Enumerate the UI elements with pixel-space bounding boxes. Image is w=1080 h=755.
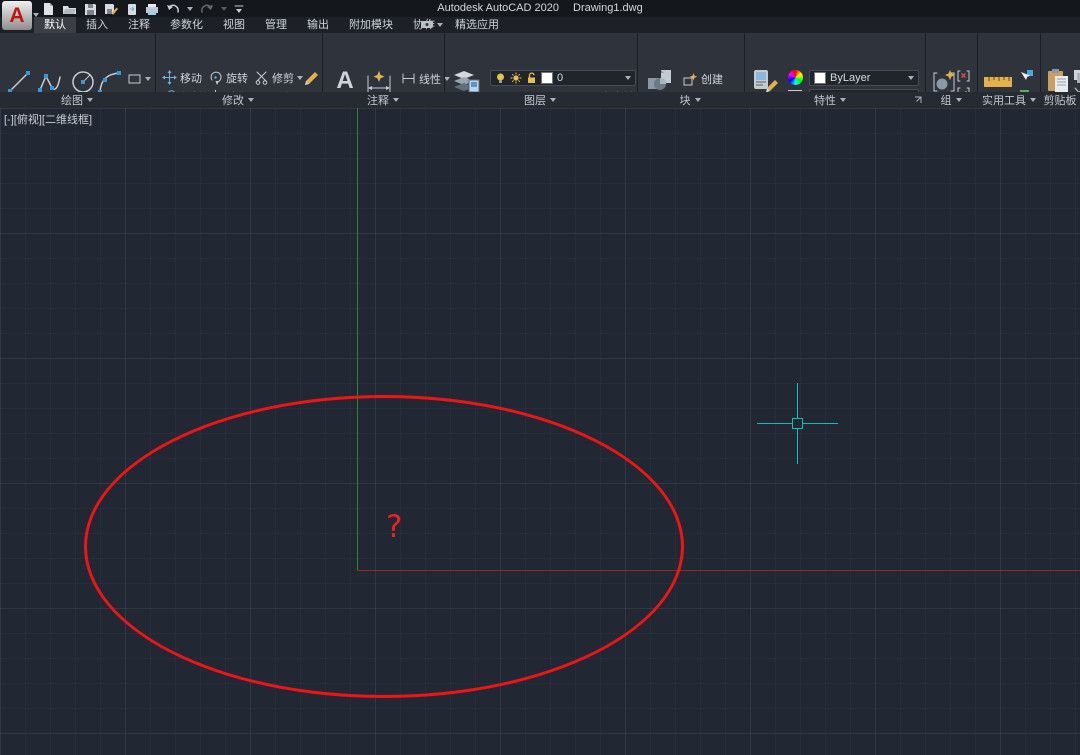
tab-parametric[interactable]: 参数化	[160, 17, 213, 33]
move-icon	[162, 70, 177, 85]
tab-featured-apps[interactable]: 精选应用	[445, 17, 509, 33]
annotation-panel-arrow	[393, 98, 399, 102]
object-color-dropdown[interactable]: ByLayer	[809, 70, 919, 86]
rectangle-dropdown-arrow	[145, 77, 151, 81]
autocad-window: Autodesk AutoCAD 2020 Drawing1.dwg A 默认 插…	[0, 0, 1080, 755]
app-title: Autodesk AutoCAD 2020	[437, 2, 559, 14]
tab-insert[interactable]: 插入	[76, 17, 118, 33]
group-panel-arrow	[956, 98, 962, 102]
copy-clip-button[interactable]	[1073, 69, 1080, 83]
object-color-arrow	[908, 76, 914, 80]
properties-panel-arrow	[840, 98, 846, 102]
save-button[interactable]	[84, 3, 97, 16]
text-icon: A	[336, 68, 353, 94]
layer-unlock-icon	[526, 72, 537, 84]
object-color-value: ByLayer	[830, 72, 870, 84]
modify-panel-arrow	[248, 98, 254, 102]
panel-label-strip: 绘图 修改 注释 图层 块 特性 组 实用工具 剪贴板	[0, 92, 1080, 109]
rectangle-icon	[127, 72, 142, 86]
create-block-icon	[682, 72, 698, 86]
trim-button[interactable]: 修剪	[254, 68, 306, 87]
group-panel-title[interactable]: 组	[921, 92, 981, 108]
layer-dropdown[interactable]: 0	[490, 70, 636, 86]
rotate-button[interactable]: 旋转	[208, 68, 254, 87]
plot-button[interactable]	[145, 3, 159, 16]
quick-select-button[interactable]	[1019, 69, 1034, 83]
linear-dimension-button[interactable]: 线性	[401, 69, 450, 88]
ungroup-icon	[956, 69, 971, 83]
trim-label: 修剪	[272, 70, 294, 86]
linear-dimension-icon	[401, 72, 416, 85]
block-panel-title[interactable]: 块	[650, 92, 730, 108]
rotate-label: 旋转	[226, 70, 248, 86]
draw-panel-title[interactable]: 绘图	[37, 92, 117, 108]
ribbon: 直线 多段线 圆 圆弧 移动 旋转 修剪 复制 镜像 圆角	[0, 33, 1080, 92]
linear-label: 线性	[419, 71, 441, 87]
layer-on-icon	[495, 72, 506, 84]
erase-icon	[303, 71, 319, 86]
autocad-logo-icon: A	[9, 5, 24, 26]
tab-manage[interactable]: 管理	[255, 17, 297, 33]
drawing-canvas[interactable]: [-][俯视][二维线框] ? 大水牛测绘	[0, 108, 1080, 755]
question-mark-annotation: ?	[386, 509, 402, 545]
move-label: 移动	[180, 70, 202, 86]
application-menu-button[interactable]: A	[2, 1, 32, 30]
tab-addins[interactable]: 附加模块	[339, 17, 403, 33]
redo-dropdown-arrow[interactable]	[221, 7, 227, 11]
undo-button[interactable]	[166, 3, 180, 15]
redo-button[interactable]	[200, 3, 214, 15]
quick-access-toolbar	[42, 2, 244, 16]
utilities-panel-arrow	[1030, 98, 1036, 102]
erase-button[interactable]	[303, 69, 319, 88]
ribbon-tab-bar: 默认 插入 注释 参数化 视图 管理 输出 附加模块 协作 精选应用	[0, 17, 1080, 33]
viewport-controls-label[interactable]: [-][俯视][二维线框]	[4, 111, 92, 127]
title-bar: Autodesk AutoCAD 2020 Drawing1.dwg	[0, 0, 1080, 17]
tab-view[interactable]: 视图	[213, 17, 255, 33]
utilities-panel-title[interactable]: 实用工具	[975, 92, 1043, 108]
drawn-ellipse-entity[interactable]	[84, 395, 684, 698]
layer-dropdown-arrow[interactable]	[625, 76, 631, 80]
ribbon-display-toggle[interactable]	[420, 20, 443, 29]
crosshair-pickbox	[792, 418, 803, 429]
block-panel-arrow	[695, 98, 701, 102]
clipboard-panel-title[interactable]: 剪贴板	[1040, 92, 1080, 108]
quick-select-icon	[1019, 69, 1034, 83]
layers-panel-arrow	[550, 98, 556, 102]
properties-panel-title[interactable]: 特性	[790, 92, 870, 108]
rotate-icon	[208, 70, 223, 85]
create-block-label: 创建	[701, 71, 723, 87]
trim-icon	[254, 70, 269, 85]
tab-output[interactable]: 输出	[297, 17, 339, 33]
undo-dropdown-arrow[interactable]	[187, 7, 193, 11]
new-file-button[interactable]	[42, 2, 55, 16]
ribbon-display-arrow-icon	[437, 23, 443, 27]
copy-clip-icon	[1073, 69, 1080, 83]
modify-panel-title[interactable]: 修改	[198, 92, 278, 108]
move-button[interactable]: 移动	[162, 68, 208, 87]
color-wheel-icon[interactable]	[788, 70, 803, 85]
draw-panel-arrow	[87, 98, 93, 102]
tab-annotate[interactable]: 注释	[118, 17, 160, 33]
layer-thaw-icon	[510, 72, 522, 84]
save-as-button[interactable]	[104, 3, 119, 16]
annotation-panel-title[interactable]: 注释	[343, 92, 423, 108]
rectangle-button[interactable]	[127, 69, 151, 88]
document-title: Drawing1.dwg	[573, 2, 643, 14]
layers-panel-title[interactable]: 图层	[500, 92, 580, 108]
ribbon-display-icon	[420, 20, 434, 29]
open-file-button[interactable]	[62, 3, 77, 16]
customize-qat-button[interactable]	[234, 4, 244, 14]
object-color-swatch	[814, 72, 826, 84]
save-to-mobile-button[interactable]	[126, 3, 138, 16]
ungroup-button[interactable]	[956, 69, 973, 83]
tab-home[interactable]: 默认	[34, 17, 76, 33]
current-layer-name: 0	[557, 72, 563, 84]
layer-color-swatch	[541, 72, 553, 84]
